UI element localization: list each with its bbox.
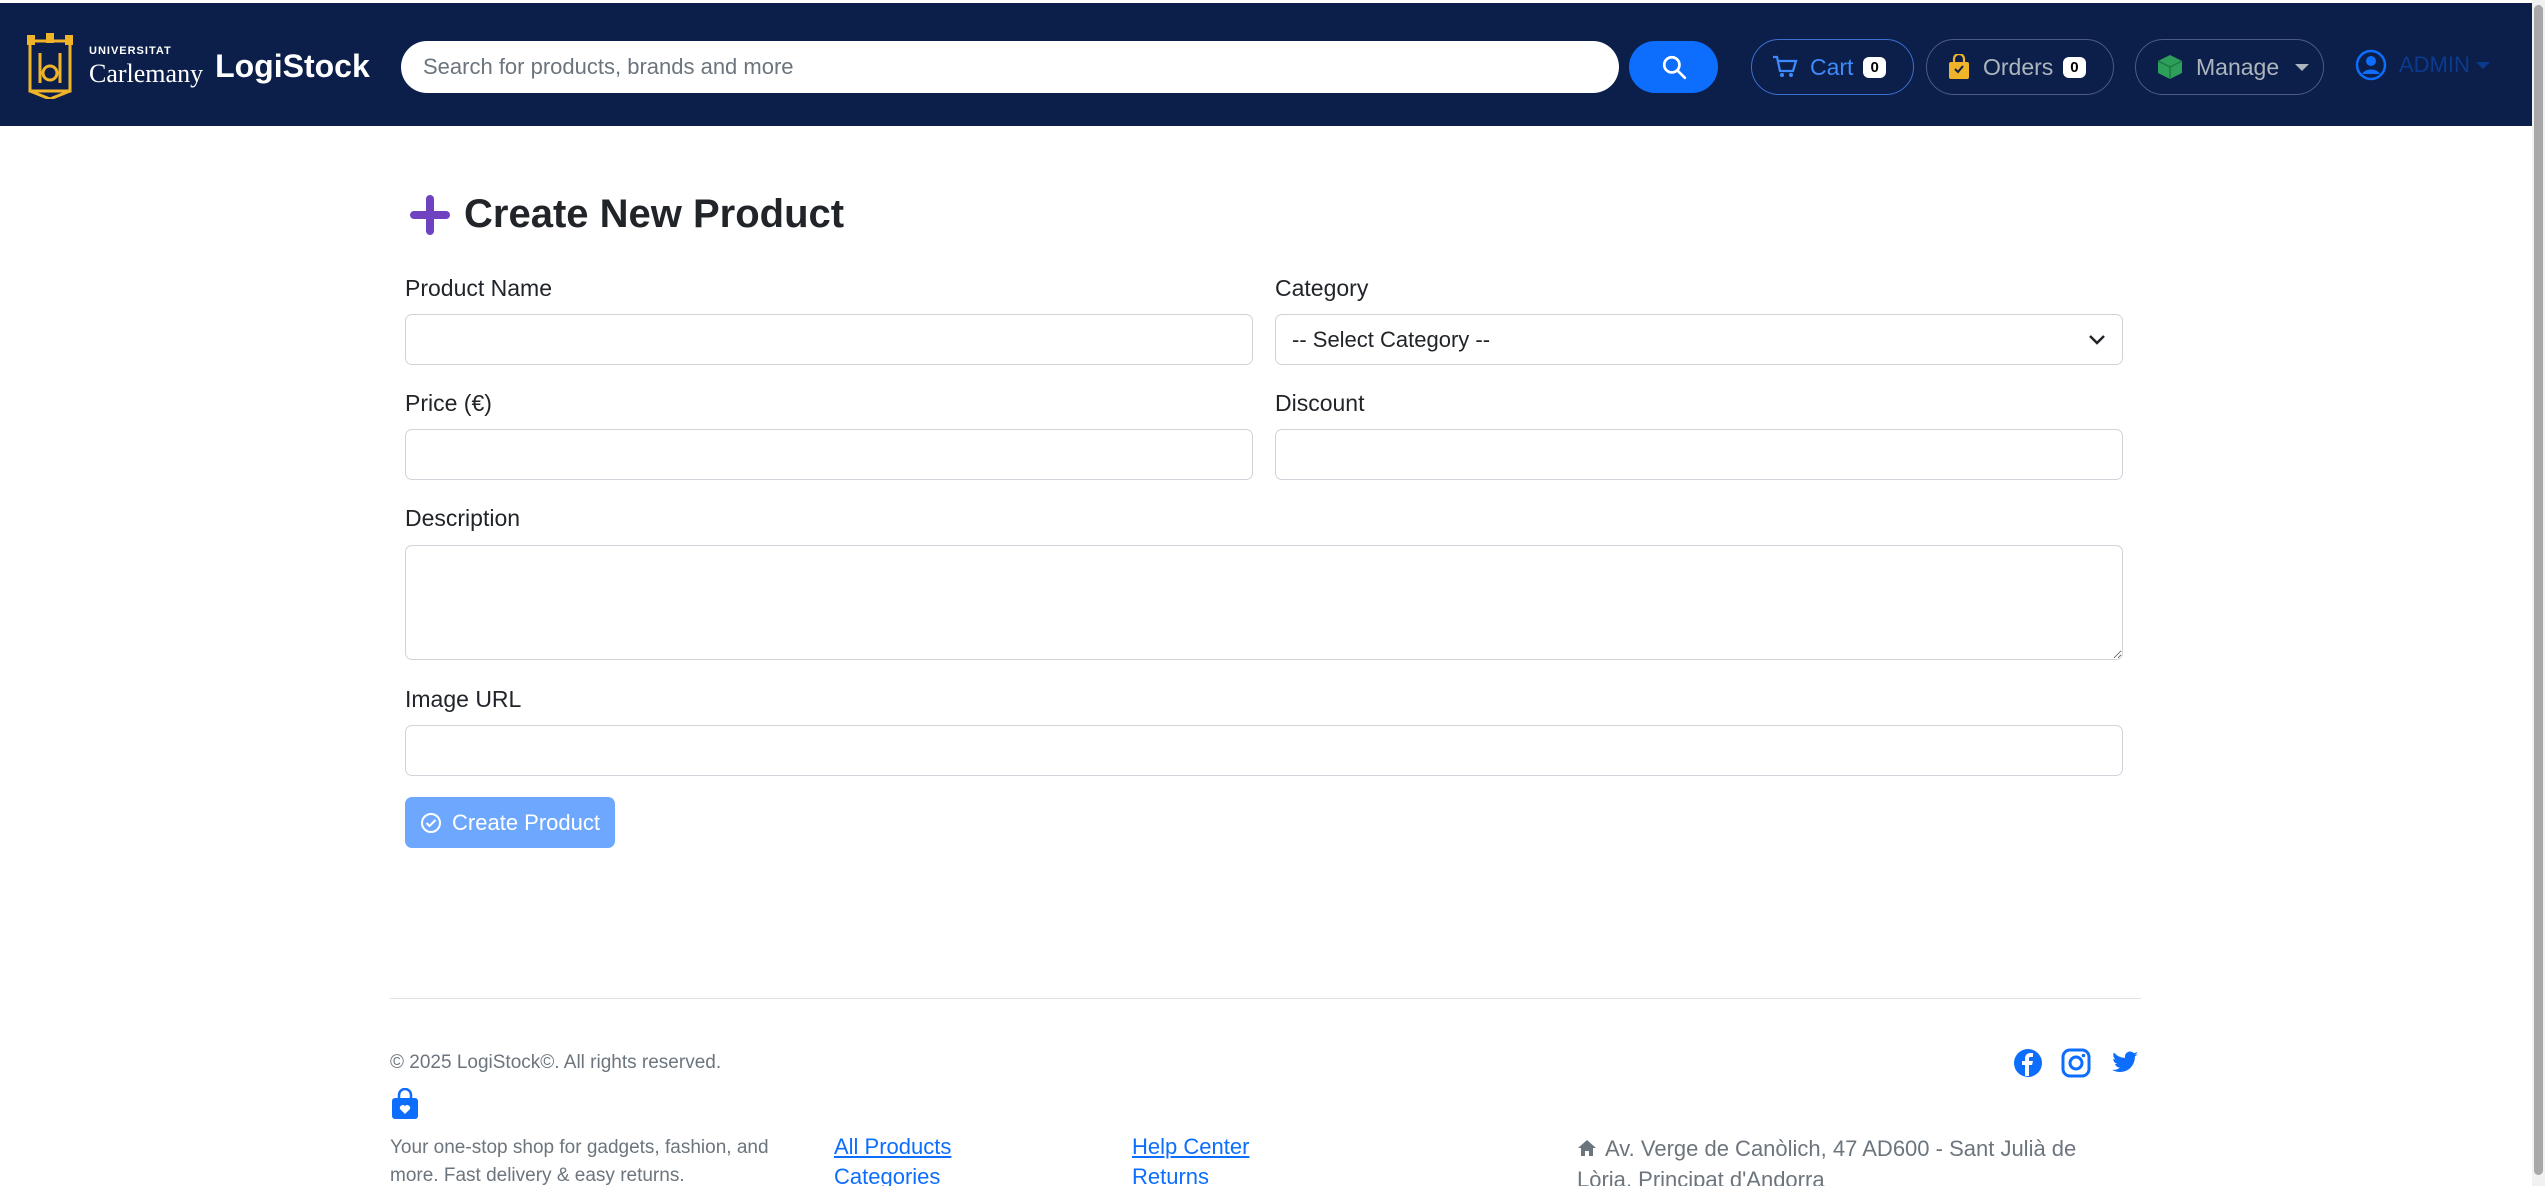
user-label: ADMIN (2399, 52, 2470, 77)
footer-link-returns[interactable]: Returns (1132, 1164, 1209, 1186)
description-textarea[interactable] (405, 545, 2123, 660)
scrollbar[interactable] (2532, 0, 2545, 1186)
copyright-text: © 2025 LogiStock©. All rights reserved. (390, 1052, 722, 1073)
manage-label: Manage (2196, 53, 2280, 80)
bag-icon (392, 1088, 418, 1119)
price-input[interactable] (405, 429, 1253, 480)
footer-link-help-center[interactable]: Help Center (1132, 1134, 1249, 1160)
image-url-input[interactable] (405, 725, 2123, 776)
chevron-down-icon (2089, 334, 2105, 345)
category-selected-value: -- Select Category -- (1292, 326, 1491, 352)
twitter-icon[interactable] (2110, 1048, 2140, 1078)
page-title-text: Create New Product (464, 192, 845, 236)
university-logo-text: UNIVERSITAT Carlemany (89, 44, 204, 88)
footer-tagline: Your one-stop shop for gadgets, fashion,… (390, 1137, 769, 1186)
home-icon (1578, 1140, 1596, 1156)
orders-label: Orders (1983, 53, 2054, 80)
cart-button[interactable]: Cart 0 (1751, 39, 1914, 95)
orders-count-badge: 0 (2063, 56, 2086, 78)
address-text: Av. Verge de Canòlich, 47 AD600 - Sant J… (1577, 1136, 2077, 1186)
instagram-icon[interactable] (2061, 1048, 2091, 1078)
cart-label: Cart (1810, 53, 1854, 80)
facebook-icon[interactable] (2013, 1048, 2043, 1078)
image-url-label: Image URL (405, 686, 522, 712)
footer-link-categories[interactable]: Categories (834, 1164, 940, 1186)
user-menu[interactable]: ADMIN (2355, 49, 2490, 81)
price-label: Price (€) (405, 390, 492, 416)
scrollbar-thumb[interactable] (2534, 5, 2543, 1175)
chevron-down-icon (2475, 61, 2490, 69)
search-button[interactable] (1629, 41, 1718, 93)
discount-label: Discount (1275, 390, 1365, 416)
create-product-button[interactable]: Create Product (405, 797, 615, 848)
navbar: UNIVERSITAT Carlemany LogiStock Cart 0 O… (0, 3, 2532, 126)
discount-input[interactable] (1275, 429, 2123, 480)
check-circle-icon (421, 812, 442, 833)
crest-icon (27, 33, 73, 99)
orders-button[interactable]: Orders 0 (1926, 39, 2114, 95)
brand-name[interactable]: LogiStock (215, 48, 370, 85)
chevron-down-icon (2295, 63, 2310, 71)
product-name-label: Product Name (405, 275, 553, 301)
category-select[interactable]: -- Select Category -- (1275, 314, 2123, 365)
logo-small-text: UNIVERSITAT (89, 44, 172, 57)
logo-big-text: Carlemany (89, 58, 204, 88)
footer-link-all-products[interactable]: All Products (834, 1134, 951, 1160)
search-input[interactable] (401, 41, 1619, 93)
user-icon (2355, 49, 2387, 81)
bag-icon (1947, 54, 1971, 80)
cart-icon (1772, 55, 1798, 79)
description-label: Description (405, 505, 521, 531)
box-icon (2156, 53, 2184, 81)
footer-divider (390, 998, 2141, 999)
create-product-label: Create Product (452, 809, 600, 835)
footer-address: Av. Verge de Canòlich, 47 AD600 - Sant J… (1577, 1134, 2137, 1186)
search-icon (1662, 55, 1686, 80)
cart-count-badge: 0 (1863, 56, 1886, 78)
manage-dropdown[interactable]: Manage (2135, 39, 2324, 95)
category-label: Category (1275, 275, 1369, 301)
plus-icon (410, 194, 450, 235)
page-title: Create New Product (410, 192, 844, 237)
brand[interactable]: UNIVERSITAT Carlemany LogiStock (25, 31, 370, 101)
product-name-input[interactable] (405, 314, 1253, 365)
